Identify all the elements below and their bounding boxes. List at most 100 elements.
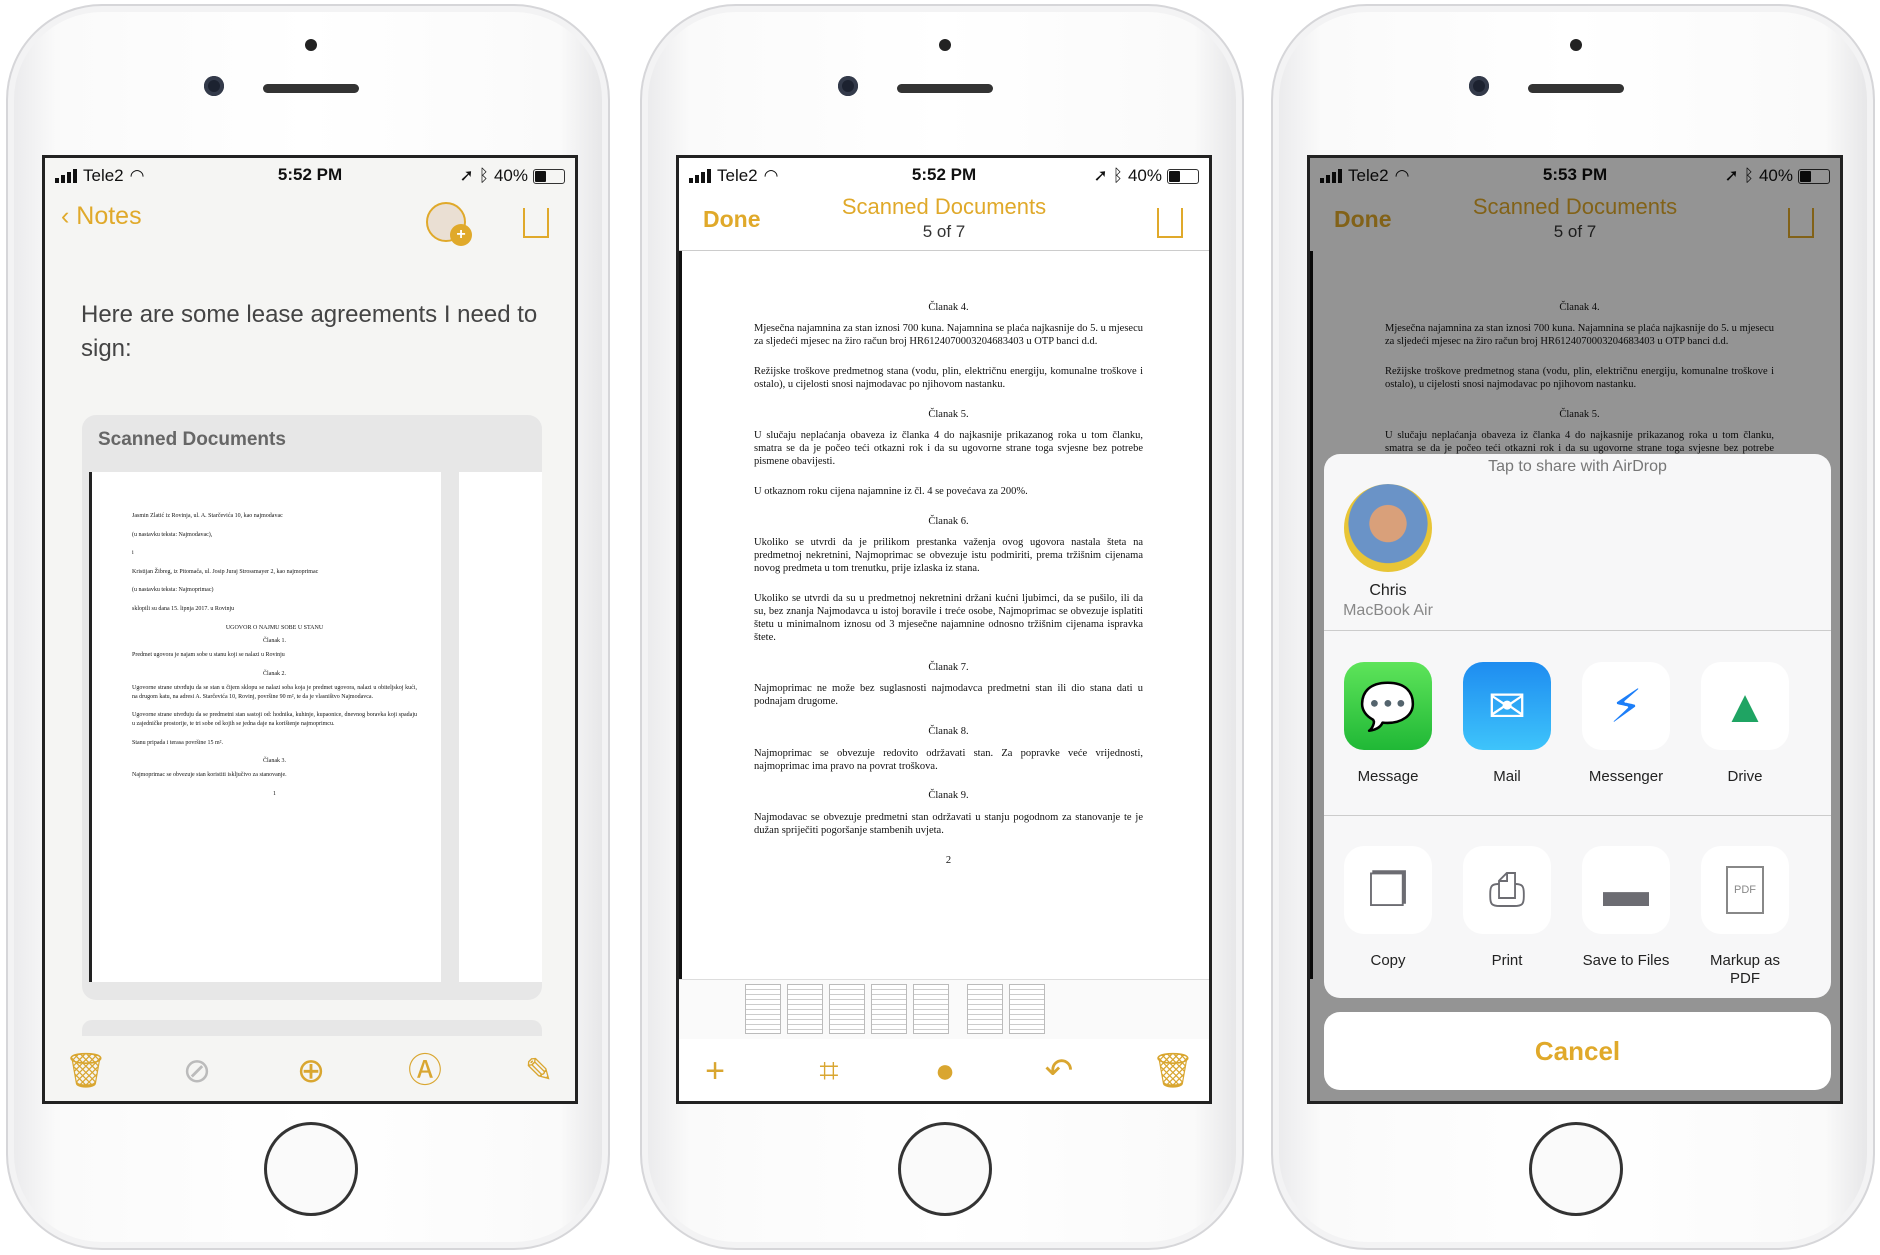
paragraph: (u nastavku teksta: Najmodavac), xyxy=(132,531,213,538)
share-option-label: Markup as PDF xyxy=(1709,952,1781,987)
cancel-button[interactable]: Cancel xyxy=(1324,1012,1831,1090)
share-option-messenger[interactable]: ⚡ Messenger xyxy=(1582,662,1670,786)
share-option-print[interactable]: ⎙ Print xyxy=(1463,846,1551,970)
page-thumbnail[interactable] xyxy=(913,984,949,1034)
share-sheet: Tap to share with AirDrop Chris MacBook … xyxy=(1324,454,1831,998)
page-thumbnail[interactable] xyxy=(829,984,865,1034)
messenger-icon: ⚡ xyxy=(1582,662,1670,750)
proximity-sensor xyxy=(939,39,951,51)
next-card xyxy=(82,1020,542,1036)
note-body[interactable]: Here are some lease agreements I need to… xyxy=(81,298,541,366)
battery-icon xyxy=(1167,168,1199,184)
paragraph: Predmet ugovora je najam sobe u stanu ko… xyxy=(132,652,285,659)
share-icon[interactable] xyxy=(523,208,549,238)
article-heading: Članak 8. xyxy=(928,726,969,738)
share-option-drive[interactable]: ▲ Drive xyxy=(1701,662,1789,786)
location-icon: ➚ xyxy=(1093,166,1108,185)
avatar xyxy=(1344,484,1432,572)
paragraph: Najmoprimac ne može bez suglasnosti najm… xyxy=(754,683,1143,708)
add-people-icon[interactable]: + xyxy=(426,202,472,246)
filter-icon[interactable]: ● xyxy=(935,1046,956,1096)
back-label: Notes xyxy=(76,202,142,230)
bluetooth-icon: ᛒ xyxy=(1112,166,1123,185)
contact-name: Chris xyxy=(1369,582,1407,599)
crop-icon[interactable]: ⌗ xyxy=(819,1046,838,1096)
article-heading: 1 xyxy=(273,790,276,797)
share-option-save-to-files[interactable]: ▬ Save to Files xyxy=(1582,846,1670,970)
home-button[interactable] xyxy=(898,1122,992,1216)
article-heading: Članak 7. xyxy=(928,661,969,673)
front-camera xyxy=(204,76,224,96)
airdrop-contact[interactable]: Chris MacBook Air xyxy=(1324,484,1452,620)
battery-percent: 40% xyxy=(493,166,528,185)
article-heading: UGOVOR O NAJMU SOBE U STANU xyxy=(225,624,324,631)
scanned-documents-card[interactable]: Scanned Documents Jasmin Zlatić iz Rovin… xyxy=(82,415,542,1000)
share-icon[interactable] xyxy=(1157,208,1183,238)
paragraph: Stanu pripada i terasa površine 15 m². xyxy=(132,739,223,746)
copy-icon: ❐ xyxy=(1344,846,1432,934)
page-thumbnail[interactable] xyxy=(787,984,823,1034)
page-thumbnail[interactable] xyxy=(967,984,1003,1034)
messages-icon: 💬 xyxy=(1344,662,1432,750)
bluetooth-icon: ᛒ xyxy=(478,166,489,185)
status-bar: Tele2 ◠ 5:52 PM ➚ ᛒ 40% xyxy=(45,158,575,192)
share-option-label: Drive xyxy=(1727,768,1763,785)
scanned-page[interactable]: Članak 4. Mjesečna najamnina za stan izno… xyxy=(679,251,1209,979)
home-button[interactable] xyxy=(1529,1122,1623,1216)
home-button[interactable] xyxy=(264,1122,358,1216)
trash-icon[interactable]: 🗑 xyxy=(1151,1046,1194,1096)
front-camera xyxy=(1469,76,1489,96)
share-option-message[interactable]: 💬 Message xyxy=(1344,662,1432,786)
earpiece xyxy=(1528,84,1624,93)
paragraph: sklopili su dana 15. lipnja 2017. u Rovi… xyxy=(132,605,235,612)
checklist-icon[interactable]: ⊘ xyxy=(183,1046,212,1096)
next-page-thumbnail[interactable] xyxy=(459,472,542,982)
rotate-icon[interactable]: ↶ xyxy=(1045,1046,1074,1096)
share-option-label: Message xyxy=(1357,768,1419,785)
page-thumbnail[interactable] xyxy=(871,984,907,1034)
page-thumbnail[interactable] xyxy=(1009,984,1045,1034)
paragraph: Jasmin Zlatić iz Rovinja, ul. A. Starčev… xyxy=(132,513,283,519)
phone-notes: Tele2 ◠ 5:52 PM ➚ ᛒ 40% ‹ Notes + Here are … xyxy=(6,4,610,1250)
screen: Tele2 ◠ 5:52 PM ➚ ᛒ 40% Done Scanned Docume… xyxy=(676,155,1212,1104)
markup-icon[interactable]: Ⓐ xyxy=(408,1046,442,1096)
article-heading: Članak 4. xyxy=(928,302,969,313)
pdf-icon: PDF xyxy=(1701,846,1789,934)
page-counter: 5 of 7 xyxy=(922,222,966,241)
paragraph: Najmoprimac se obvezuje stan koristiti i… xyxy=(132,772,287,779)
article-heading: Članak 9. xyxy=(928,790,969,802)
article-heading: Članak 6. xyxy=(928,515,969,527)
share-option-markup-as-pdf[interactable]: PDF Markup as PDF xyxy=(1701,846,1789,988)
share-option-label: Copy xyxy=(1370,952,1406,969)
paragraph: Kristijan Žibreg, iz Pitomača, ul. Josip… xyxy=(132,568,319,575)
contact-device: MacBook Air xyxy=(1343,602,1433,619)
paragraph: Ukoliko se utvrdi da su u predmetnoj nek… xyxy=(754,593,1143,644)
trash-icon[interactable]: 🗑 xyxy=(64,1046,107,1096)
print-icon: ⎙ xyxy=(1463,846,1551,934)
bottom-toolbar: 🗑 ⊘ ⊕ Ⓐ ✎ xyxy=(45,1046,575,1096)
viewer-title: Scanned Documents xyxy=(841,194,1047,219)
bottom-toolbar: + ⌗ ● ↶ 🗑 xyxy=(679,1046,1209,1096)
share-option-copy[interactable]: ❐ Copy xyxy=(1344,846,1432,970)
paragraph: U otkaznom roku cijena najamnine iz čl. … xyxy=(754,486,1028,498)
share-option-label: Mail xyxy=(1493,768,1521,785)
paragraph: Režijske troškove predmetnog stana (vodu… xyxy=(754,366,1143,391)
add-icon[interactable]: ⊕ xyxy=(297,1046,326,1096)
article-heading: 2 xyxy=(945,854,952,866)
status-bar: Tele2 ◠ 5:52 PM ➚ ᛒ 40% xyxy=(679,158,1209,192)
page-thumbnail[interactable] xyxy=(745,984,781,1034)
paragraph: U slučaju neplaćanja obaveza iz članka 4… xyxy=(754,430,1143,468)
scanned-page-thumbnail[interactable]: Jasmin Zlatić iz Rovinja, ul. A. Starčev… xyxy=(89,472,441,982)
back-button[interactable]: ‹ Notes xyxy=(61,202,142,231)
share-option-mail[interactable]: ✉ Mail xyxy=(1463,662,1551,786)
proximity-sensor xyxy=(305,39,317,51)
article-heading: Članak 1. xyxy=(263,638,286,645)
paragraph: Najmoprimac se obvezuje redovito održava… xyxy=(754,747,1143,772)
page-thumbnail-strip[interactable] xyxy=(679,979,1209,1039)
earpiece xyxy=(263,84,359,93)
front-camera xyxy=(838,76,858,96)
add-icon[interactable]: + xyxy=(705,1046,725,1096)
airdrop-label: Tap to share with AirDrop xyxy=(1488,458,1667,475)
paragraph: (u nastavku teksta: Najmoprimac) xyxy=(132,587,214,594)
compose-icon[interactable]: ✎ xyxy=(525,1046,554,1096)
